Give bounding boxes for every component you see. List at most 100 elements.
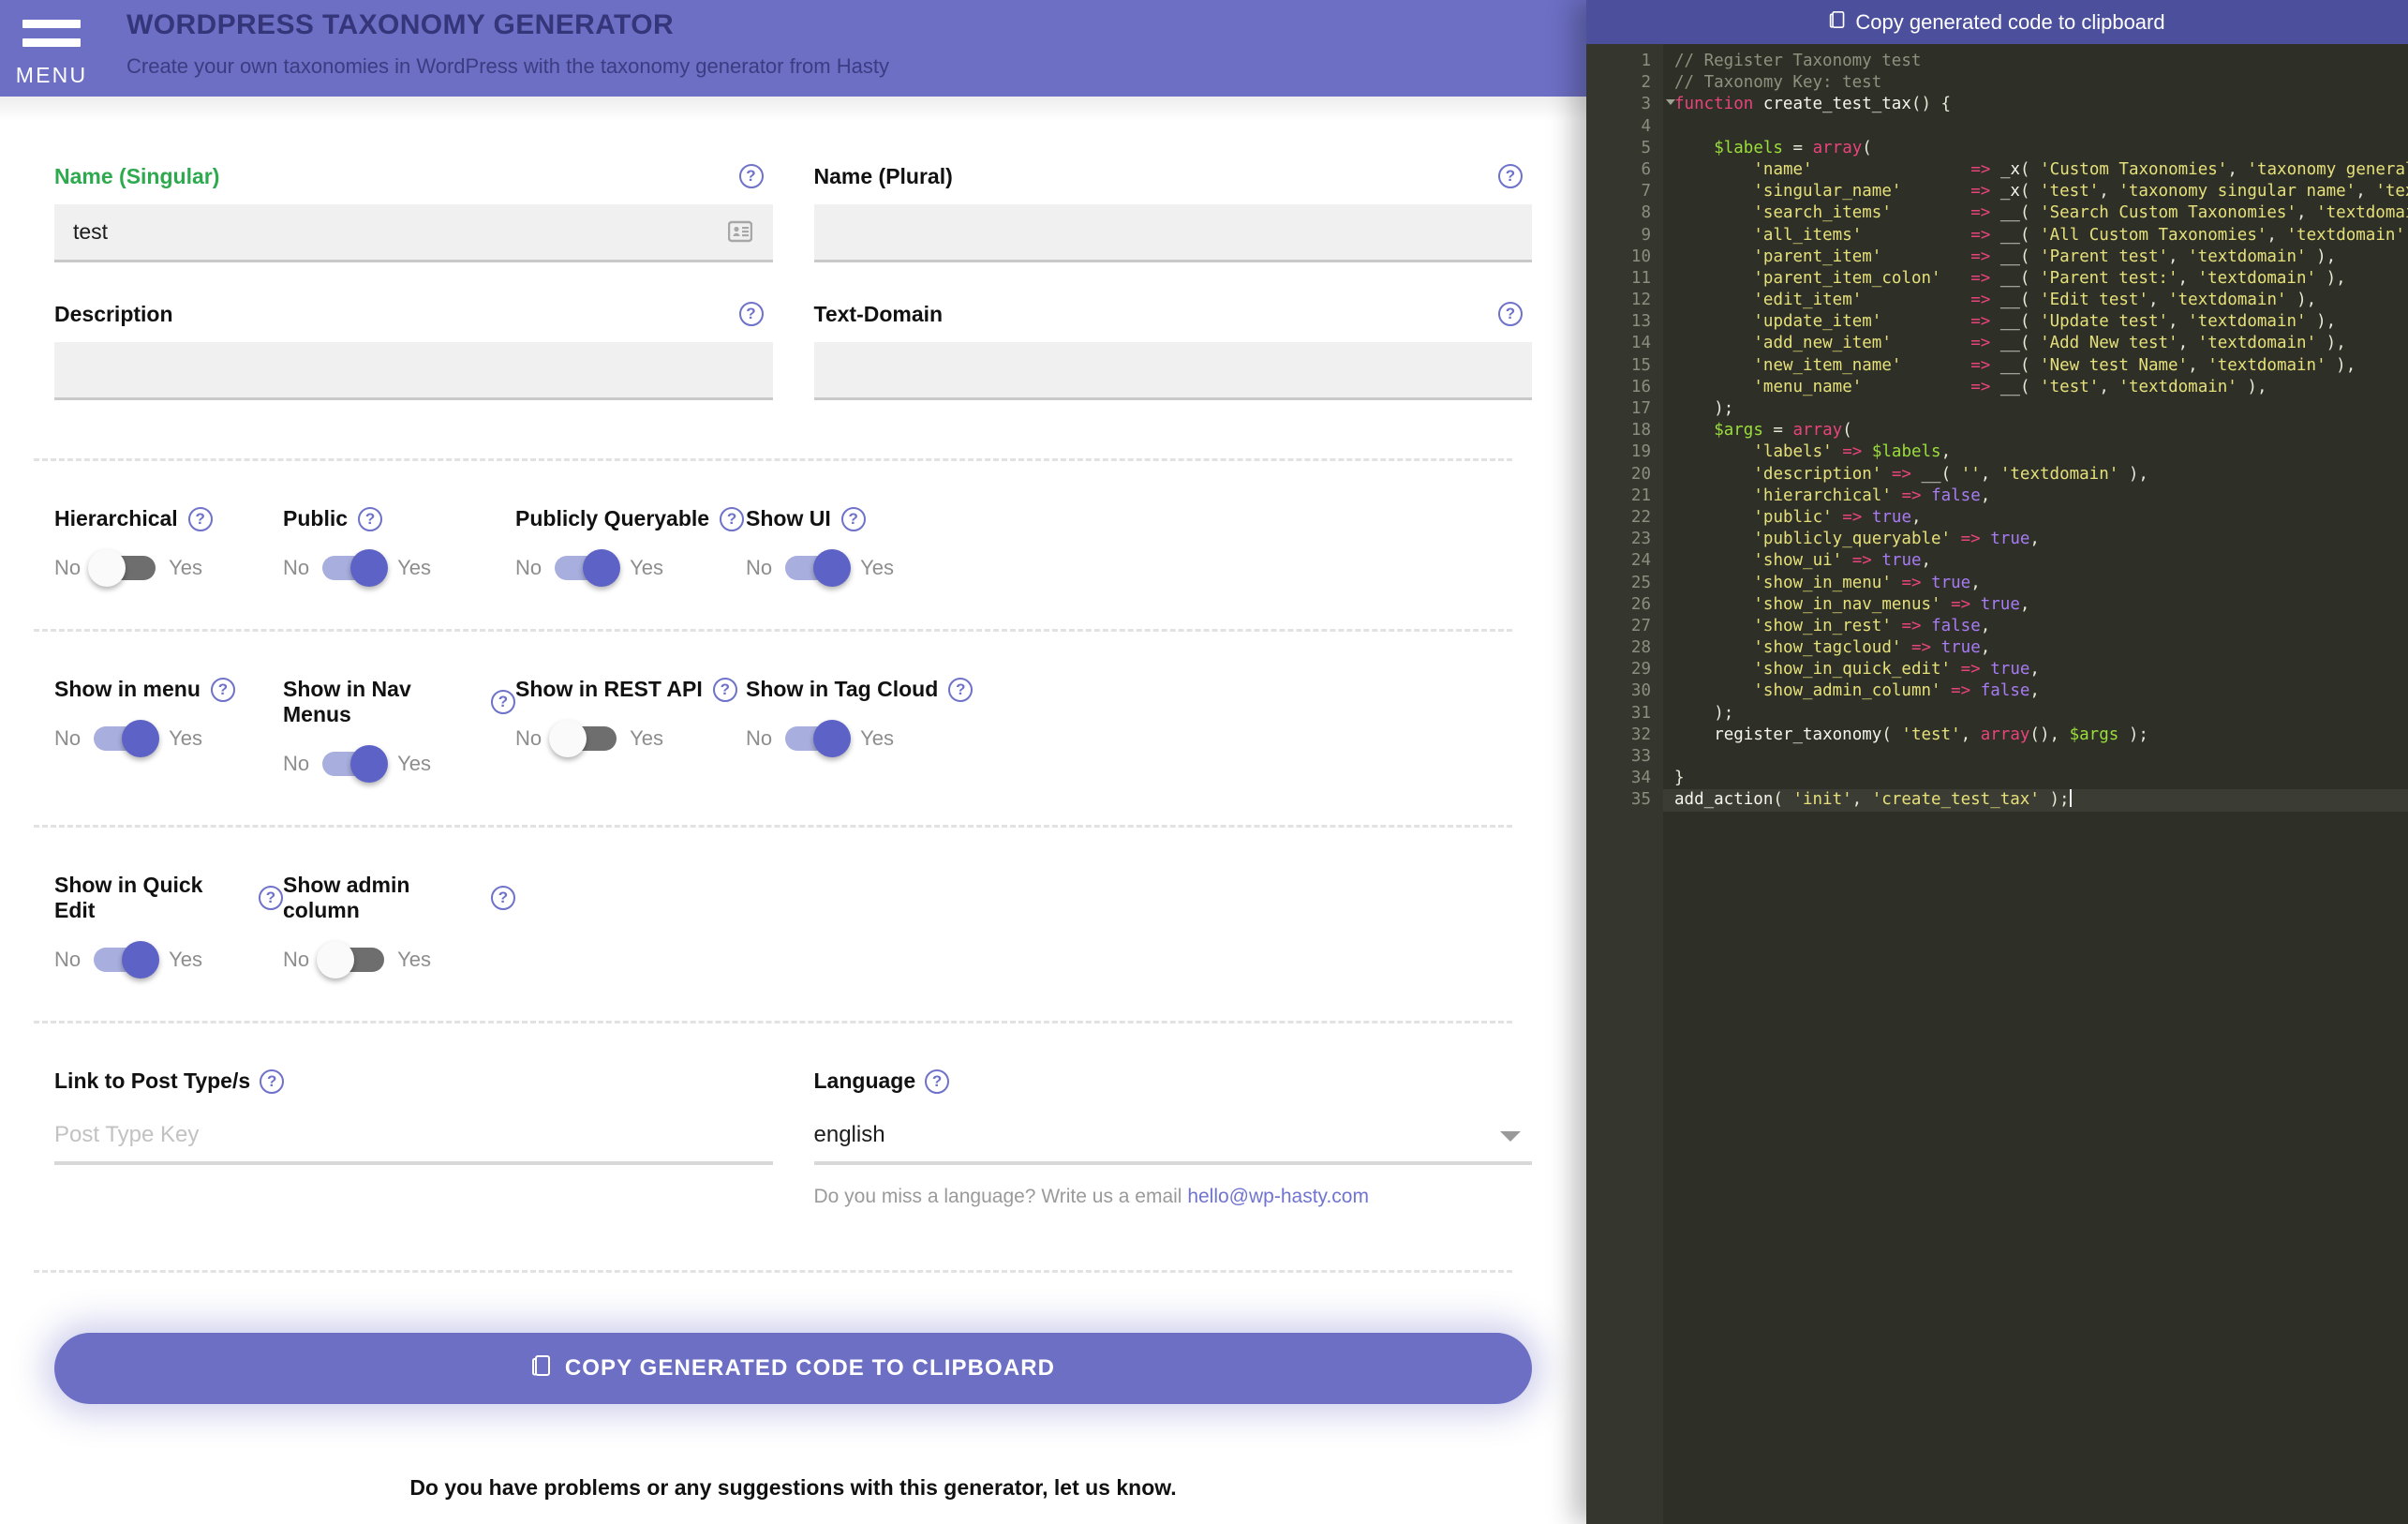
help-icon[interactable]: ? <box>260 1068 285 1094</box>
code-line[interactable]: 'all_items' => __( 'All Custom Taxonomie… <box>1663 225 2408 247</box>
toggle-switch[interactable] <box>322 549 389 587</box>
toggle-switch[interactable] <box>555 549 621 587</box>
name-singular-input[interactable]: test <box>54 204 773 262</box>
field-description-label: Description <box>54 302 173 326</box>
help-icon[interactable]: ? <box>738 164 764 188</box>
toggle-label: Show in REST API? <box>515 677 746 702</box>
toggle-knob[interactable] <box>813 720 852 757</box>
code-line[interactable]: 'new_item_name' => __( 'New test Name', … <box>1663 355 2408 377</box>
post-type-key-input[interactable]: Post Type Key <box>54 1109 773 1165</box>
help-icon[interactable]: ? <box>1498 302 1523 326</box>
code-line[interactable] <box>1663 746 2408 768</box>
toggle-knob[interactable] <box>88 549 126 587</box>
toggle-switch[interactable] <box>88 549 156 587</box>
description-input[interactable] <box>54 342 773 400</box>
code-line[interactable]: // Taxonomy Key: test <box>1663 72 2408 94</box>
code-line[interactable]: 'search_items' => __( 'Search Custom Tax… <box>1663 202 2408 224</box>
toggle-knob[interactable] <box>549 720 587 757</box>
code-line[interactable]: 'show_admin_column' => false, <box>1663 680 2408 702</box>
toggle-switch[interactable] <box>317 941 385 979</box>
help-icon[interactable]: ? <box>925 1068 950 1094</box>
code-line[interactable]: 'public' => true, <box>1663 507 2408 529</box>
help-icon[interactable]: ? <box>491 886 515 910</box>
help-icon[interactable]: ? <box>840 506 866 531</box>
code-line[interactable]: 'publicly_queryable' => true, <box>1663 529 2408 550</box>
toggle-switch[interactable] <box>785 549 852 587</box>
toggle-no-label: No <box>54 726 82 750</box>
toggle-control-row: No Yes <box>746 720 1027 757</box>
toggle-knob[interactable] <box>813 549 852 587</box>
toggle-label: Publicly Queryable? <box>515 506 746 531</box>
language-select[interactable]: english <box>813 1109 1532 1165</box>
help-icon[interactable]: ? <box>491 690 515 714</box>
code-line[interactable]: ); <box>1663 703 2408 725</box>
help-icon[interactable]: ? <box>712 677 737 702</box>
copy-code-button-label: Copy generated code to clipboard <box>564 1355 1056 1381</box>
toggle-switch[interactable] <box>322 745 389 783</box>
code-line[interactable]: 'show_in_quick_edit' => true, <box>1663 659 2408 680</box>
toggle-row-2: Show in menu? No Yes Show in Nav Menus? No Ye… <box>54 632 1532 783</box>
toggle-switch[interactable] <box>94 720 160 757</box>
code-text[interactable]: // Register Taxonomy test// Taxonomy Key… <box>1663 44 2408 1524</box>
help-icon[interactable]: ? <box>738 302 764 326</box>
code-line[interactable]: 'labels' => $labels, <box>1663 441 2408 463</box>
code-line[interactable]: $labels = array( <box>1663 138 2408 159</box>
help-icon[interactable]: ? <box>358 506 383 531</box>
code-line[interactable]: 'parent_item' => __( 'Parent test', 'tex… <box>1663 247 2408 268</box>
code-line[interactable]: 'menu_name' => __( 'test', 'textdomain' … <box>1663 377 2408 398</box>
code-line[interactable]: 'parent_item_colon' => __( 'Parent test:… <box>1663 268 2408 290</box>
help-icon[interactable]: ? <box>720 506 745 531</box>
line-number: 32 <box>1630 725 1651 744</box>
toggle-knob[interactable] <box>122 720 160 757</box>
code-line[interactable]: 'show_in_menu' => true, <box>1663 573 2408 594</box>
code-line[interactable]: 'add_new_item' => __( 'Add New test', 't… <box>1663 333 2408 354</box>
toggle-field-show-ui: Show UI? No Yes <box>746 506 1027 587</box>
name-plural-input[interactable] <box>813 204 1532 262</box>
code-line[interactable]: ); <box>1663 398 2408 420</box>
toggle-control-row: No Yes <box>515 720 746 757</box>
toggle-knob[interactable] <box>122 941 160 979</box>
language-hint-email-link[interactable]: hello@wp-hasty.com <box>1187 1186 1369 1207</box>
code-line[interactable]: 'hierarchical' => false, <box>1663 486 2408 507</box>
line-number: 34 <box>1630 769 1651 788</box>
code-line[interactable]: } <box>1663 768 2408 789</box>
line-number: 33 <box>1630 747 1651 766</box>
code-line[interactable]: function create_test_tax() { <box>1663 94 2408 115</box>
code-line[interactable]: 'edit_item' => __( 'Edit test', 'textdom… <box>1663 290 2408 311</box>
code-line[interactable]: // Register Taxonomy test <box>1663 51 2408 72</box>
code-line[interactable]: 'show_tagcloud' => true, <box>1663 637 2408 659</box>
code-line[interactable]: 'show_ui' => true, <box>1663 550 2408 572</box>
code-line[interactable] <box>1663 116 2408 138</box>
code-line[interactable]: 'name' => _x( 'Custom Taxonomies', 'taxo… <box>1663 159 2408 181</box>
code-line[interactable]: 'description' => __( '', 'textdomain' ), <box>1663 464 2408 486</box>
help-icon[interactable]: ? <box>210 677 235 702</box>
help-icon[interactable]: ? <box>948 677 974 702</box>
address-card-icon[interactable] <box>727 220 752 248</box>
help-icon[interactable]: ? <box>187 506 213 531</box>
code-line[interactable]: $args = array( <box>1663 420 2408 441</box>
code-line[interactable]: add_action( 'init', 'create_test_tax' ); <box>1663 789 2408 812</box>
toggle-knob[interactable] <box>350 549 389 587</box>
code-line[interactable]: 'singular_name' => _x( 'test', 'taxonomy… <box>1663 181 2408 202</box>
code-editor[interactable]: 1 2 3 4 5 6 7 8 9 10 11 12 13 14 15 16 17 18 19 20 21 22 23 24 2… <box>1586 44 2408 1524</box>
toggle-switch[interactable] <box>549 720 617 757</box>
menu-button[interactable]: MENU <box>0 0 103 97</box>
help-icon[interactable]: ? <box>1498 164 1523 188</box>
line-number: 27 <box>1630 616 1651 635</box>
chevron-down-icon[interactable] <box>1500 1131 1521 1142</box>
toggle-knob[interactable] <box>350 745 389 783</box>
code-line[interactable]: 'update_item' => __( 'Update test', 'tex… <box>1663 311 2408 333</box>
toggle-switch[interactable] <box>94 941 160 979</box>
toggle-label-text: Show in menu <box>54 677 201 701</box>
code-line[interactable]: register_taxonomy( 'test', array(), $arg… <box>1663 725 2408 746</box>
toggle-switch[interactable] <box>785 720 852 757</box>
help-icon[interactable]: ? <box>259 886 283 910</box>
toggle-knob[interactable] <box>317 941 355 979</box>
copy-code-header-button[interactable]: Copy generated code to clipboard <box>1586 0 2408 44</box>
code-line[interactable]: 'show_in_nav_menus' => true, <box>1663 594 2408 616</box>
code-line[interactable]: 'show_in_rest' => false, <box>1663 616 2408 637</box>
toggle-label-text: Show in REST API <box>515 677 703 701</box>
copy-code-button[interactable]: Copy generated code to clipboard <box>54 1333 1532 1404</box>
text-domain-input[interactable] <box>813 342 1532 400</box>
toggle-knob[interactable] <box>583 549 621 587</box>
